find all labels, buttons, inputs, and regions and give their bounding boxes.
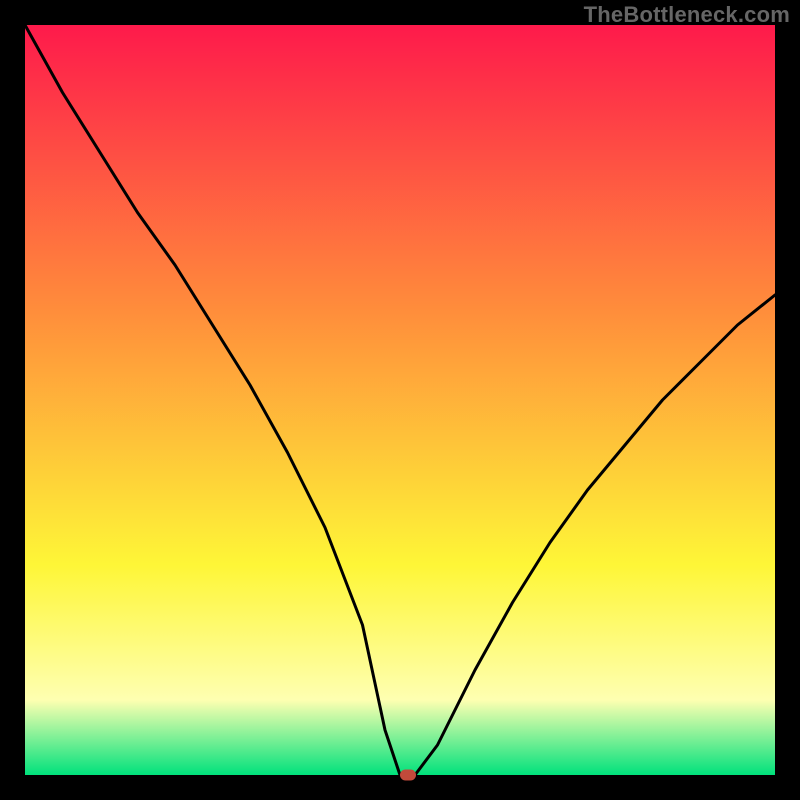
optimal-point-marker [400,770,416,781]
chart-frame: TheBottleneck.com [0,0,800,800]
watermark-text: TheBottleneck.com [584,2,790,28]
bottleneck-chart [25,25,775,775]
